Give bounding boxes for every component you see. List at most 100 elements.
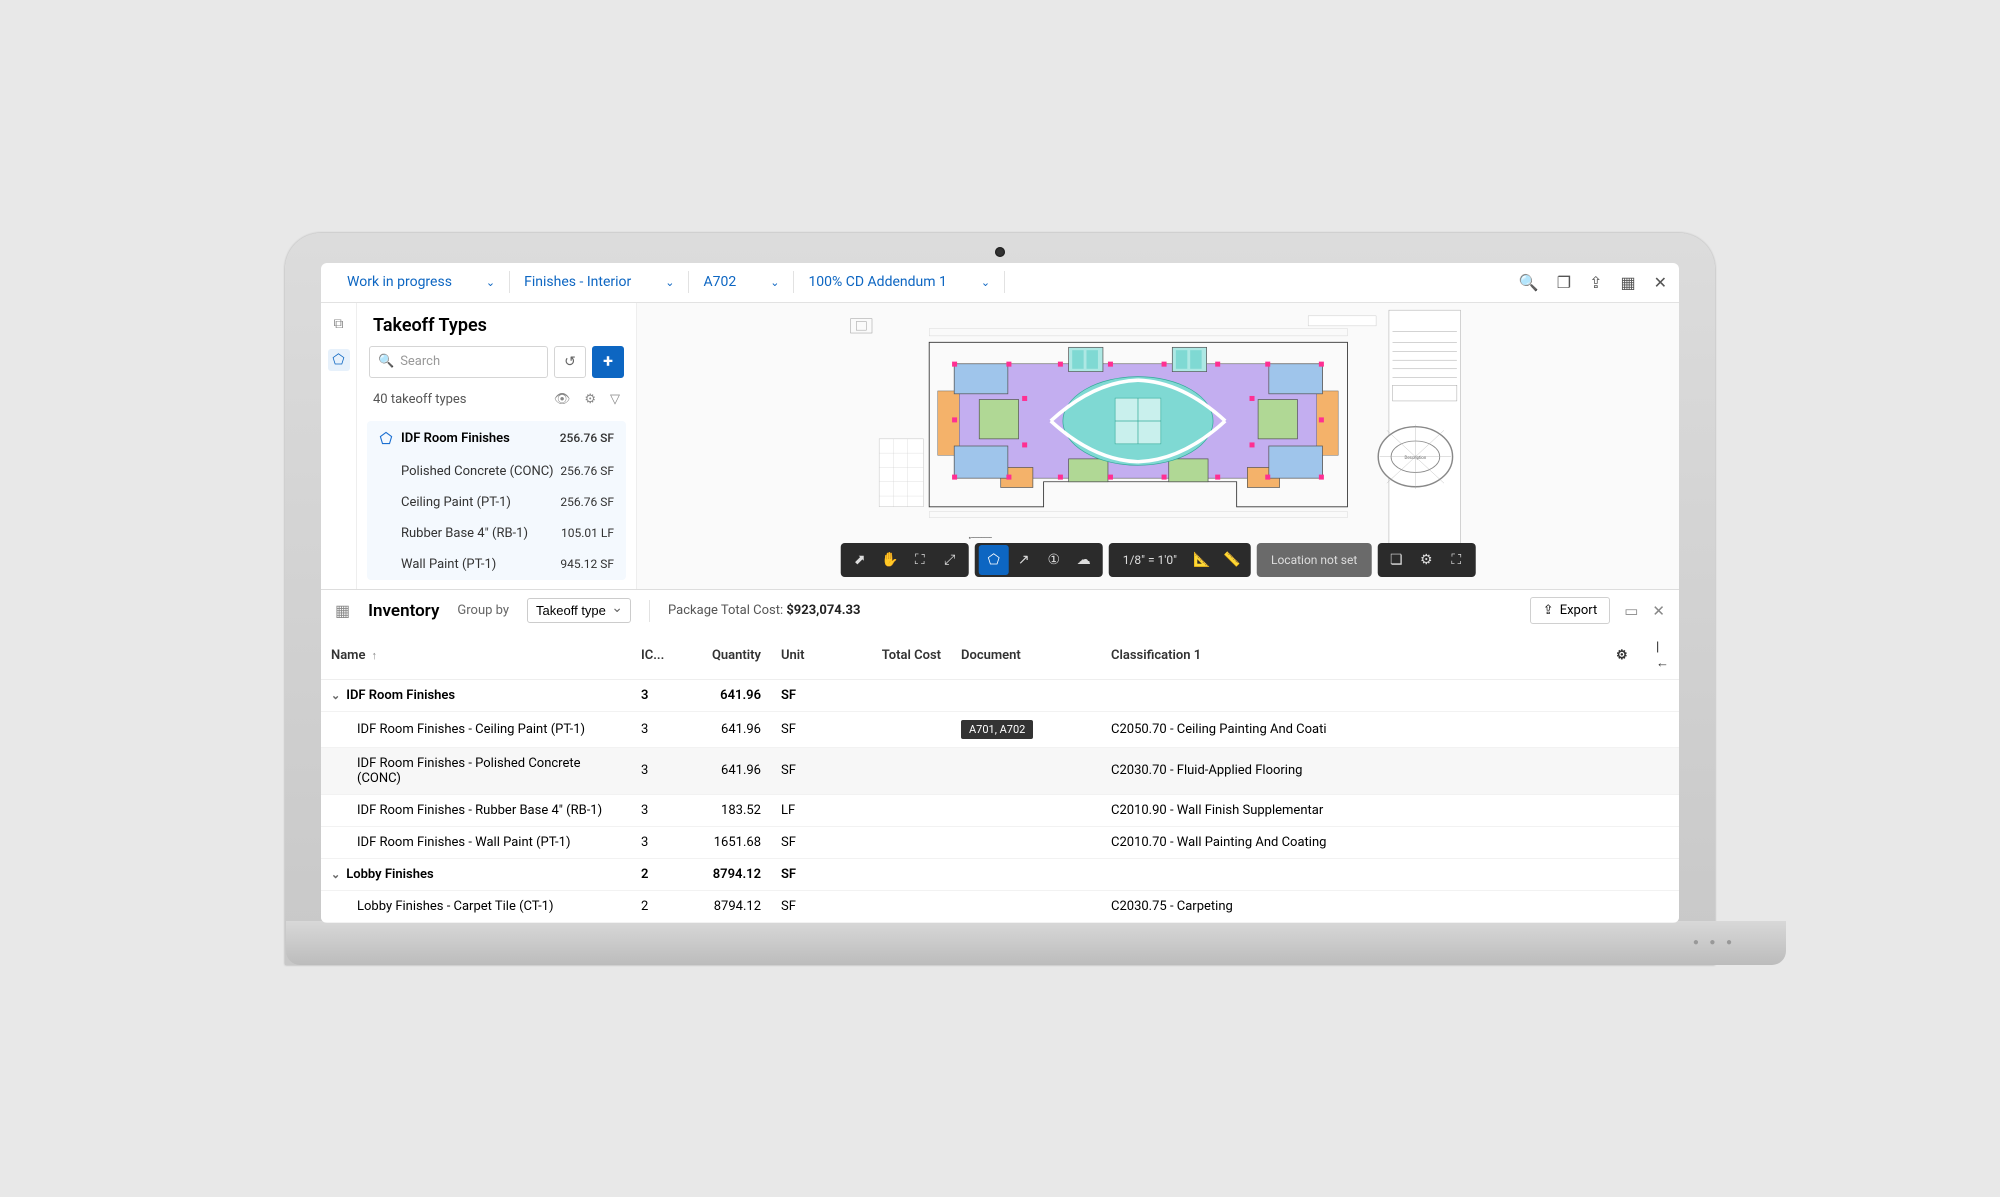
pan-tool-icon[interactable]: ✋ [875,545,905,575]
settings-icon[interactable]: ⚙ [1411,545,1441,575]
chevron-down-icon[interactable]: ⌄ [331,868,340,881]
ruler-tool-icon[interactable]: 📏 [1217,545,1247,575]
chevron-down-icon: ⌄ [486,276,495,289]
inventory-row[interactable]: IDF Room Finishes - Polished Concrete (C… [321,747,1679,794]
search-icon[interactable]: 🔍 [1519,273,1539,292]
col-ic[interactable]: IC... [631,632,681,680]
crumb-addendum[interactable]: 100% CD Addendum 1 ⌄ [794,263,1004,303]
separator [1004,271,1005,293]
type-group-header[interactable]: IDF Room Finishes 256.76 SF [367,421,626,456]
col-cost[interactable]: Total Cost [851,632,951,680]
location-label[interactable]: Location not set [1261,553,1367,567]
count-tool-icon[interactable]: ① [1039,545,1069,575]
sort-asc-icon[interactable]: ↑ [371,649,377,662]
inventory-row[interactable]: IDF Room Finishes - Ceiling Paint (PT-1)… [321,711,1679,747]
rail-sheets-icon[interactable]: ⧉ [328,313,350,335]
type-count-label: 40 takeoff types [373,392,467,407]
chevron-down-icon: ⌄ [665,276,674,289]
layers-icon[interactable]: ❏ [1381,545,1411,575]
inventory-row[interactable]: IDF Room Finishes - Rubber Base 4" (RB-1… [321,794,1679,826]
chevron-down-icon: ⌄ [770,276,779,289]
scale-label[interactable]: 1/8" = 1'0" [1113,553,1187,567]
col-unit[interactable]: Unit [771,632,851,680]
line-tool-icon[interactable]: ↗ [1009,545,1039,575]
drawing-canvas[interactable]: Seaport Civic Center Description [637,303,1679,589]
app-screen: Work in progress ⌄ Finishes - Interior ⌄… [321,263,1679,923]
col-class[interactable]: Classification 1 [1101,632,1606,680]
groupby-label: Group by [457,603,509,618]
zoom-tool-icon[interactable]: ⤢ [935,545,965,575]
select-tool-icon[interactable]: ⛶ [905,545,935,575]
type-name: IDF Room Finishes [401,431,510,446]
polygon-tool-icon[interactable]: ⬠ [979,545,1009,575]
search-input[interactable]: 🔍 Search [369,346,548,378]
crumb-label: 100% CD Addendum 1 [808,274,946,290]
grid-icon[interactable]: ▦ [1620,273,1635,292]
inventory-table: Name ↑ IC... Quantity Unit Total Cost Doc… [321,632,1679,923]
panel-layout-icon[interactable]: ▭ [1624,602,1638,620]
collapse-icon[interactable]: |← [1656,640,1669,671]
visibility-icon[interactable]: 👁 [554,392,571,407]
subitem-name: Polished Concrete (CONC) [401,464,554,479]
svg-text:●━━━━━━━━: ●━━━━━━━━ [969,535,993,540]
type-list: IDF Room Finishes 256.76 SF Polished Concr… [357,417,636,589]
laptop-base: ● ● ● [286,921,1786,965]
type-value: 256.76 SF [560,431,614,445]
export-icon: ⇪ [1543,603,1554,618]
topbar: Work in progress ⌄ Finishes - Interior ⌄… [321,263,1679,303]
rail-takeoff-icon[interactable]: ⬠ [328,349,350,371]
col-qty[interactable]: Quantity [681,632,771,680]
laptop-frame: Work in progress ⌄ Finishes - Interior ⌄… [285,233,1715,965]
measure-tool-icon[interactable]: 📐 [1187,545,1217,575]
search-placeholder: Search [400,354,440,369]
total-label: Package Total Cost: [668,603,783,618]
inventory-row[interactable]: IDF Room Finishes - Wall Paint (PT-1)316… [321,826,1679,858]
compare-icon[interactable]: ❐ [1557,273,1571,292]
subitem-name: Ceiling Paint (PT-1) [401,495,511,510]
sidebar-title: Takeoff Types [357,303,636,346]
table-icon: ▦ [335,601,350,620]
type-subitem[interactable]: Polished Concrete (CONC)256.76 SF [367,456,626,487]
groupby-select[interactable]: Takeoff type [527,598,631,623]
close-icon[interactable]: ✕ [1654,273,1667,292]
close-panel-icon[interactable]: ✕ [1652,602,1665,620]
cloud-tool-icon[interactable]: ☁ [1069,545,1099,575]
filter-icon[interactable]: ▽ [610,392,620,407]
pentagon-icon [379,431,393,445]
chevron-down-icon: ⌄ [981,276,990,289]
history-button[interactable]: ↺ [554,346,586,378]
inventory-group-row[interactable]: ⌄IDF Room Finishes3641.96SF [321,679,1679,711]
crumb-work-in-progress[interactable]: Work in progress ⌄ [333,263,509,303]
type-subitem[interactable]: Wall Paint (PT-1) 945.12 SF [367,549,626,580]
fullscreen-icon[interactable]: ⛶ [1441,545,1471,575]
type-subitem[interactable]: Rubber Base 4" (RB-1)105.01 LF [367,518,626,549]
document-tooltip: A701, A702 [961,720,1033,739]
svg-text:Description: Description [1405,455,1427,460]
crumb-finishes-interior[interactable]: Finishes - Interior ⌄ [510,263,688,303]
sliders-icon[interactable]: ⚙ [584,392,596,407]
subitem-value: 945.12 SF [560,557,614,571]
crumb-label: A702 [703,274,736,290]
subitem-name: Wall Paint (PT-1) [401,557,496,572]
inventory-row[interactable]: Lobby Finishes - Carpet Tile (CT-1)28794… [321,890,1679,922]
gear-icon[interactable]: ⚙ [1616,648,1628,663]
search-icon: 🔍 [378,354,394,369]
inventory-group-row[interactable]: ⌄Lobby Finishes28794.12SF [321,858,1679,890]
type-group[interactable]: IDF Room Finishes 256.76 SF Polished Concr… [367,421,626,580]
crumb-a702[interactable]: A702 ⌄ [689,263,793,303]
cursor-tool-icon[interactable]: ⬈ [845,545,875,575]
main-area: ⧉ ⬠ Takeoff Types 🔍 Search ↺ + 40 takeof… [321,303,1679,589]
add-button[interactable]: + [592,346,624,378]
share-icon[interactable]: ⇪ [1589,273,1602,292]
subitem-value: 256.76 SF [560,495,614,509]
col-name[interactable]: Name [331,648,365,663]
chevron-down-icon[interactable]: ⌄ [331,689,340,702]
export-button[interactable]: ⇪ Export [1530,597,1610,624]
type-subitem[interactable]: Ceiling Paint (PT-1) 256.76 SF [367,487,626,518]
canvas-toolbar: ⬈ ✋ ⛶ ⤢ ⬠ ↗ ① ☁ 1/8" = 1'0" 📐 📏 Lo [841,543,1476,577]
export-label: Export [1560,603,1598,618]
inventory-title: Inventory [368,601,439,621]
left-rail: ⧉ ⬠ [321,303,357,589]
col-doc[interactable]: Document [951,632,1101,680]
subitem-name: Rubber Base 4" (RB-1) [401,526,528,541]
